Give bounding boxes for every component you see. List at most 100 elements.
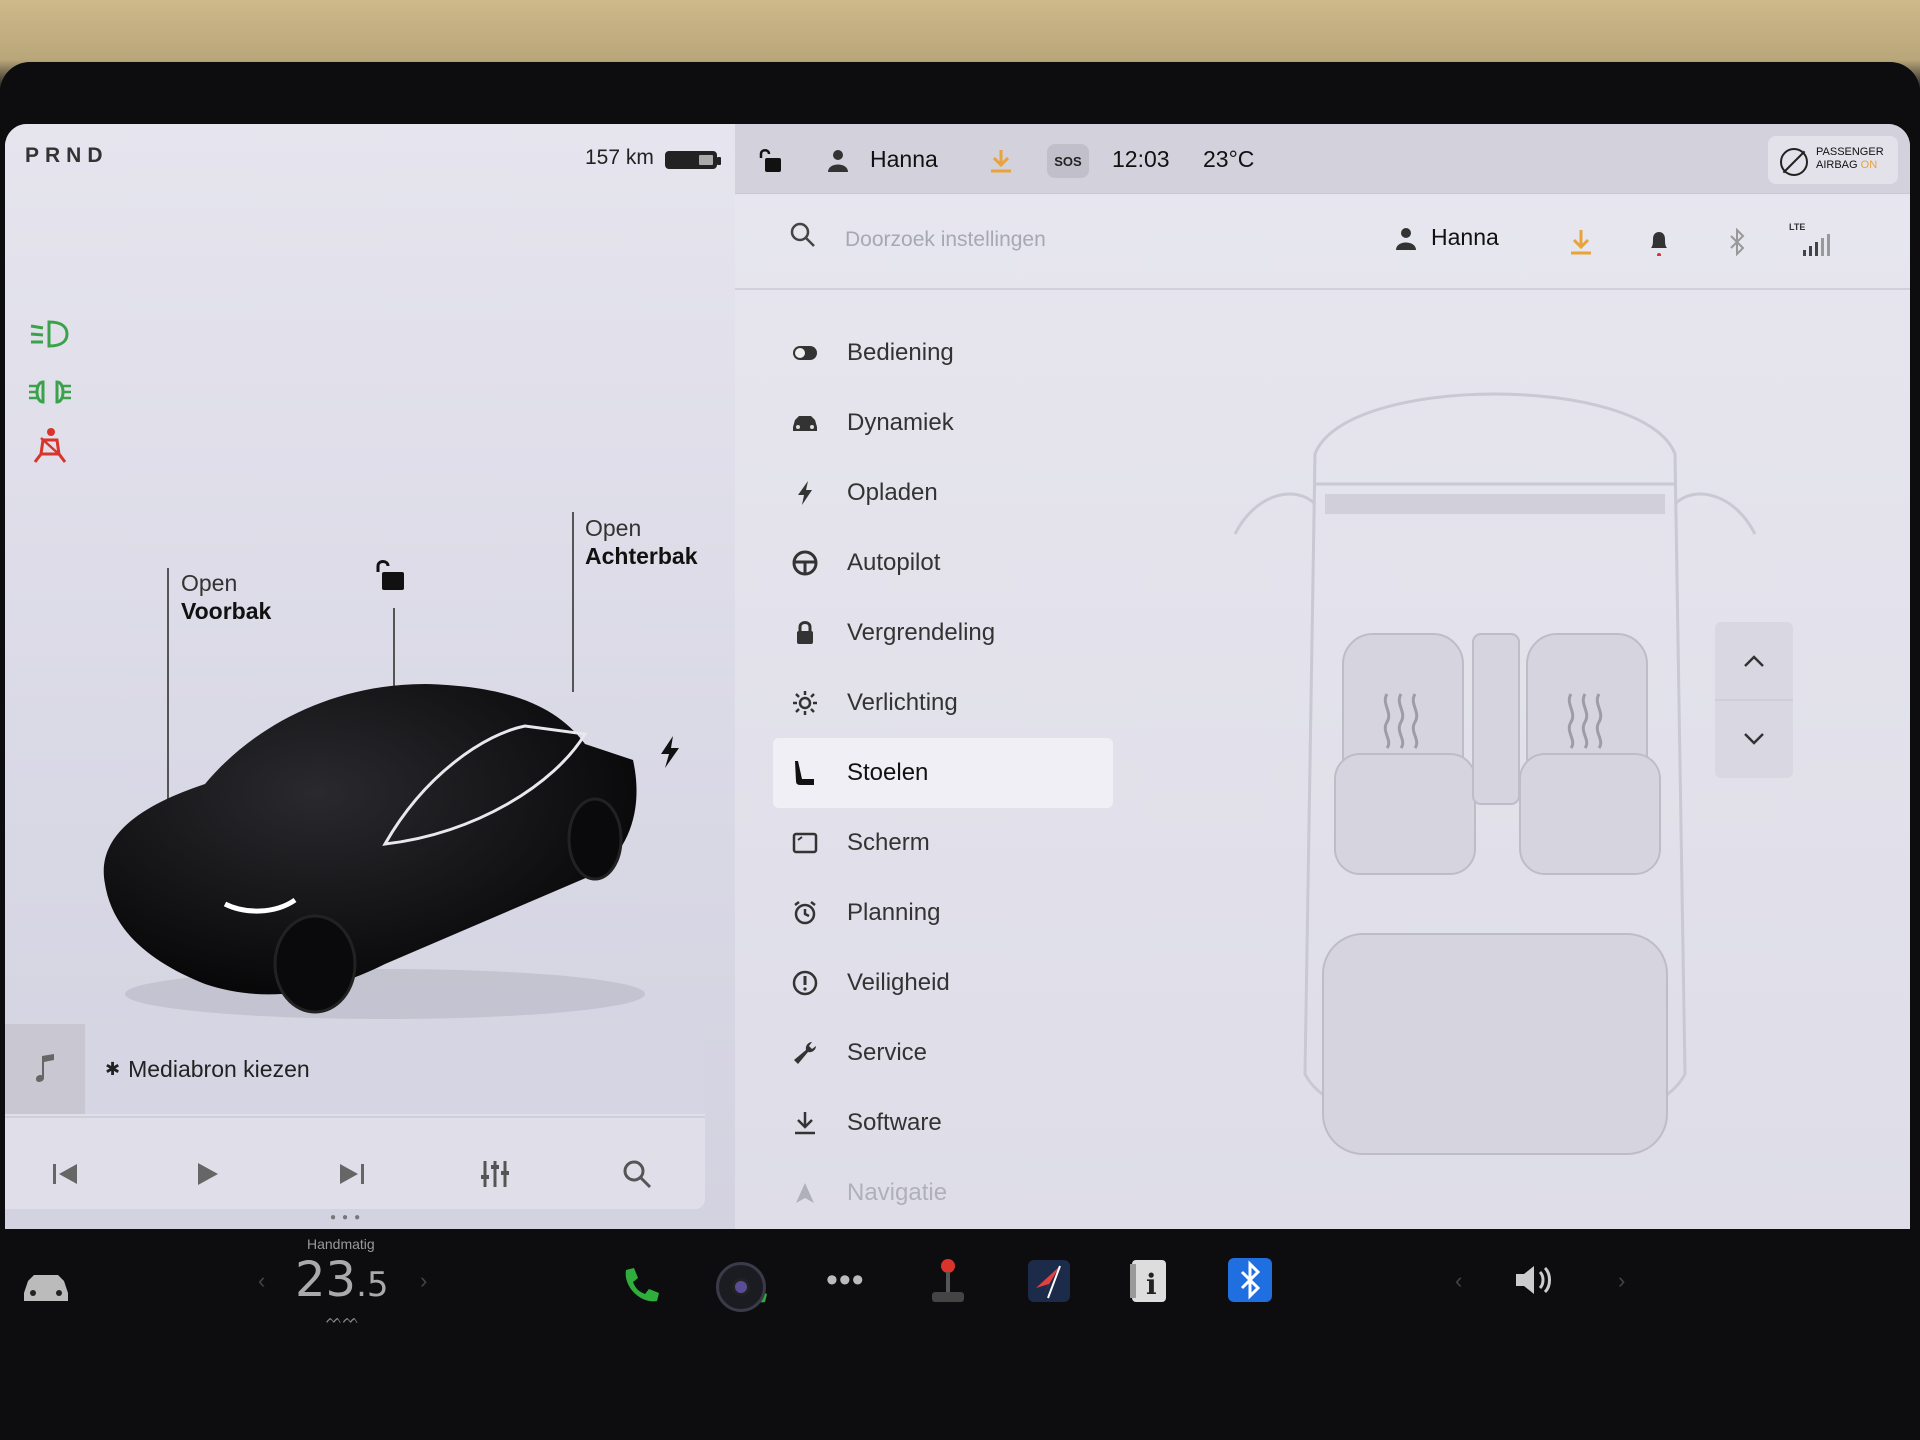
volume-up-chevron[interactable]: › — [1618, 1268, 1625, 1294]
menu-item-scherm[interactable]: Scherm — [773, 808, 1133, 878]
lte-label: LTE — [1789, 222, 1806, 232]
defrost-icon[interactable]: ᨓᨓ — [326, 1310, 359, 1327]
frunk-label: Voorbak — [181, 598, 272, 624]
bluetooth-icon: ✱ — [105, 1058, 121, 1079]
profile-name[interactable]: Hanna — [870, 146, 938, 173]
gear-indicator: PRND — [25, 144, 109, 167]
equalizer-icon — [481, 1161, 509, 1187]
phone-icon — [625, 1268, 659, 1302]
menu-item-stoelen[interactable]: Stoelen — [773, 738, 1113, 808]
sos-button[interactable]: SOS — [1047, 144, 1089, 178]
settings-panel: Hanna LTE Bediening Dynamiek Opladen — [735, 194, 1910, 1229]
settings-search-input[interactable] — [845, 224, 1265, 256]
temperature-whole: 23 — [295, 1252, 357, 1308]
bolt-icon — [791, 479, 819, 507]
menu-item-bediening[interactable]: Bediening — [773, 318, 1133, 388]
manual-info-icon[interactable]: i — [1126, 1256, 1172, 1306]
menu-item-label: Scherm — [847, 829, 930, 856]
media-search-button[interactable] — [617, 1154, 657, 1194]
skip-forward-icon — [340, 1164, 364, 1184]
menu-item-planning[interactable]: Planning — [773, 878, 1133, 948]
settings-profile-name: Hanna — [1431, 224, 1499, 250]
more-apps-icon[interactable]: ••• — [826, 1263, 865, 1297]
previous-track-button[interactable] — [45, 1154, 85, 1194]
menu-item-opladen[interactable]: Opladen — [773, 458, 1133, 528]
toggle-icon — [791, 339, 819, 367]
volume-icon[interactable] — [1512, 1262, 1558, 1298]
alarm-clock-icon — [791, 899, 819, 927]
download-icon — [791, 1109, 819, 1137]
sos-label: SOS — [1054, 153, 1082, 169]
menu-item-label: Stoelen — [847, 759, 929, 786]
cabin-temperature[interactable]: 23.5 — [295, 1252, 389, 1308]
media-source-selector[interactable]: ✱ Mediabron kiezen — [85, 1024, 705, 1114]
menu-item-service[interactable]: Service — [773, 1018, 1133, 1088]
media-player: ✱ Mediabron kiezen — [5, 1024, 705, 1209]
menu-item-label: Navigatie — [847, 1179, 948, 1206]
signal-strength-icon — [1803, 234, 1830, 256]
car-icon — [24, 1275, 68, 1301]
menu-item-label: Software — [847, 1109, 942, 1136]
menu-item-verlichting[interactable]: Verlichting — [773, 668, 1133, 738]
menu-item-label: Bediening — [847, 339, 954, 366]
search-icon — [790, 222, 815, 247]
charge-port-icon[interactable] — [657, 734, 683, 770]
settings-profile[interactable]: Hanna — [1395, 224, 1499, 251]
menu-item-dynamiek[interactable]: Dynamiek — [773, 388, 1133, 458]
chevron-up-icon — [1744, 655, 1764, 667]
seat-down-button[interactable] — [1715, 700, 1793, 778]
temp-down-chevron[interactable]: ‹ — [258, 1268, 265, 1294]
low-beam-icon — [30, 320, 69, 348]
search-icon — [623, 1160, 652, 1189]
menu-item-label: Service — [847, 1039, 928, 1066]
status-bar: Hanna SOS 12:03 23°C PASSENGER AIRBAG ON — [735, 124, 1910, 194]
bluetooth-icon[interactable] — [1723, 228, 1751, 256]
frunk-callout[interactable]: Open Voorbak — [181, 569, 271, 625]
menu-item-navigatie[interactable]: Navigatie — [773, 1158, 1133, 1228]
bluetooth-app-icon[interactable] — [1226, 1256, 1274, 1304]
camera-app-button[interactable] — [716, 1262, 766, 1312]
arcade-joystick-icon[interactable] — [926, 1258, 970, 1306]
menu-item-vergrendeling[interactable]: Vergrendeling — [773, 598, 1133, 668]
seat-selector — [1715, 622, 1793, 778]
volume-down-chevron[interactable]: ‹ — [1455, 1268, 1462, 1294]
airbag-off-icon — [1780, 148, 1808, 176]
navigation-app-icon[interactable] — [1024, 1256, 1074, 1306]
menu-item-label: Planning — [847, 899, 941, 926]
equalizer-button[interactable] — [475, 1154, 515, 1194]
battery-icon — [665, 151, 721, 169]
chevron-down-icon — [1744, 733, 1764, 745]
next-track-button[interactable] — [332, 1154, 372, 1194]
lock-status-icon[interactable] — [757, 148, 785, 174]
unlock-icon[interactable] — [370, 558, 412, 594]
music-note-icon — [36, 1054, 54, 1082]
menu-item-software[interactable]: Software — [773, 1088, 1133, 1158]
menu-item-label: Autopilot — [847, 549, 941, 576]
navigation-icon — [791, 1179, 819, 1207]
clock: 12:03 — [1112, 146, 1170, 172]
parking-lights-icon — [29, 380, 71, 404]
user-icon — [1396, 227, 1416, 250]
outside-temperature: 23°C — [1203, 146, 1255, 172]
seat-up-button[interactable] — [1715, 622, 1793, 700]
trunk-callout[interactable]: Open Achterbak — [585, 514, 697, 570]
car-controls-button[interactable] — [18, 1259, 74, 1315]
car-icon — [791, 409, 819, 437]
menu-item-veiligheid[interactable]: Veiligheid — [773, 948, 1133, 1018]
temp-up-chevron[interactable]: › — [420, 1268, 427, 1294]
menu-item-label: Vergrendeling — [847, 619, 996, 646]
svg-text:i: i — [1146, 1268, 1157, 1301]
airbag-line1: PASSENGER — [1816, 146, 1884, 158]
phone-button-main[interactable] — [612, 1258, 668, 1314]
download-icon[interactable] — [1567, 228, 1595, 256]
touchscreen: PRND 157 km Open Voorbak Open Achterbak … — [5, 124, 1910, 1229]
notification-bell-icon[interactable] — [1645, 228, 1673, 256]
menu-item-autopilot[interactable]: Autopilot — [773, 528, 1133, 598]
sun-icon — [791, 689, 819, 717]
play-button[interactable] — [188, 1154, 228, 1194]
menu-item-label: Verlichting — [847, 689, 958, 716]
display-icon — [791, 829, 819, 857]
skip-back-icon — [53, 1164, 77, 1184]
frunk-open-label: Open — [181, 570, 238, 596]
software-update-icon[interactable] — [989, 148, 1013, 174]
